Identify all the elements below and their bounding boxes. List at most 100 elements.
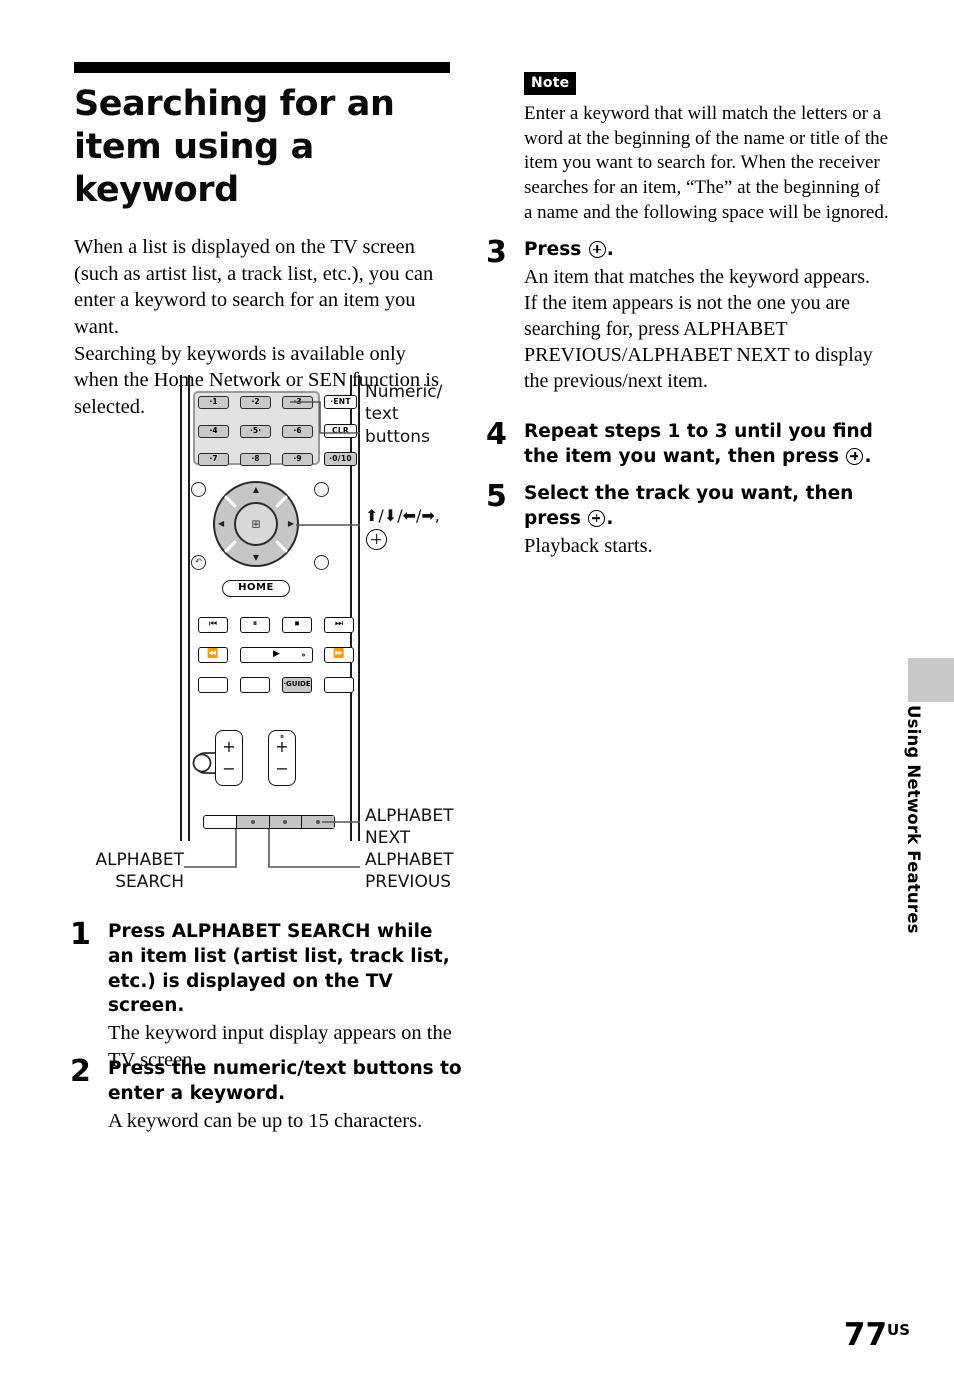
top-left-round-button[interactable] [191, 482, 206, 497]
ent-button[interactable]: ·ENT [324, 395, 357, 409]
step-4-heading: Repeat steps 1 to 3 until you find the i… [524, 420, 886, 470]
step-2-subtext: A keyword can be up to 15 characters. [108, 1109, 423, 1132]
alphabet-mid-button[interactable] [269, 816, 303, 828]
step-4-number: 4 [486, 417, 507, 452]
callout-numeric-text-buttons: Numeric/text buttons [365, 382, 443, 447]
page-number: 77US [844, 1320, 910, 1351]
step-4-body: Repeat steps 1 to 3 until you find the i… [524, 420, 886, 470]
enter-crosshair-icon: ⊞ [251, 517, 261, 531]
zero-ten-button[interactable]: ·0/10 [324, 452, 357, 466]
alphabet-previous-button[interactable] [236, 816, 270, 828]
directional-pad[interactable]: ▲ ▼ ◀ ▶ ⊞ [213, 481, 299, 567]
volume-down-label[interactable]: − [216, 761, 242, 777]
chapter-tab-marker [908, 658, 954, 702]
callout-dpad-arrows-label: ⬆/⬇/⬅/➡, [365, 506, 440, 525]
top-right-round-button[interactable] [314, 482, 329, 497]
step-2-heading: Press the numeric/text buttons to enter … [108, 1058, 462, 1104]
step-2-body: Press the numeric/text buttons to enter … [108, 1057, 462, 1134]
blank-button-left[interactable] [198, 677, 228, 693]
title-rule [74, 62, 450, 73]
arrow-left-icon[interactable]: ◀ [218, 520, 224, 528]
guide-button[interactable]: ·GUIDE [282, 677, 312, 693]
fast-forward-button[interactable]: ⏩ [324, 647, 354, 663]
step-5: 5 Select the track you want, then press … [486, 479, 886, 559]
numeric-button-6[interactable]: ·6 [282, 425, 313, 438]
step-1: 1 Press ALPHABET SEARCH while an item li… [70, 917, 462, 1073]
step-5-heading-prefix: Select the track you want, then press [524, 483, 854, 529]
step-3-heading-prefix: Press [524, 239, 582, 260]
step-1-heading: Press ALPHABET SEARCH while an item list… [108, 921, 450, 1017]
numeric-button-1[interactable]: ·1 [198, 396, 229, 409]
page-title: Searching for an item using a keyword [74, 84, 395, 211]
enter-button-icon [846, 447, 864, 465]
arrow-up-icon[interactable]: ▲ [253, 486, 259, 494]
page-number-suffix: US [887, 1321, 910, 1339]
channel-up-label[interactable]: + [269, 739, 295, 755]
step-1-body: Press ALPHABET SEARCH while an item list… [108, 920, 462, 1073]
step-1-number: 1 [70, 917, 91, 952]
channel-down-label[interactable]: − [269, 761, 295, 777]
callout-dpad-enter: ⬆/⬇/⬅/➡, [365, 505, 485, 551]
numeric-button-9[interactable]: ·9 [282, 453, 313, 466]
return-round-button[interactable]: ↶ [191, 555, 206, 570]
blank-button-mid[interactable] [240, 677, 270, 693]
numeric-button-4[interactable]: ·4 [198, 425, 229, 438]
numeric-button-7[interactable]: ·7 [198, 453, 229, 466]
clr-button[interactable]: CLR [324, 424, 357, 438]
step-5-subtext: Playback starts. [524, 534, 653, 557]
step-5-heading-suffix: . [606, 507, 614, 529]
numeric-button-5[interactable]: ·5· [240, 425, 271, 438]
callout-alphabet-next: ALPHABET NEXT [365, 806, 454, 849]
numeric-button-3[interactable]: ·3 [282, 396, 313, 409]
button-dot [316, 820, 321, 824]
enter-button-icon [588, 241, 606, 258]
arrow-down-icon[interactable]: ▼ [253, 554, 259, 562]
step-3-body: Press . An item that matches the keyword… [524, 238, 886, 394]
step-2-number: 2 [70, 1054, 91, 1089]
step-3: 3 Press . An item that matches the keywo… [486, 238, 886, 394]
numeric-button-8[interactable]: ·8 [240, 453, 271, 466]
note-badge: Note [524, 72, 577, 95]
step-3-heading: Press . [524, 238, 886, 263]
volume-rocker[interactable]: + − [215, 730, 243, 786]
step-4: 4 Repeat steps 1 to 3 until you find the… [486, 420, 886, 470]
step-4-heading-prefix: Repeat steps 1 to 3 until you find the i… [524, 421, 873, 467]
home-button[interactable]: HOME [222, 580, 290, 597]
play-indicator-dot [302, 653, 305, 657]
options-round-button[interactable] [314, 555, 329, 570]
step-3-subtext: An item that matches the keyword appears… [524, 265, 873, 392]
chapter-tab-label: Using Network Features [904, 705, 923, 934]
enter-button-icon [366, 529, 387, 551]
numeric-button-2[interactable]: ·2 [240, 396, 271, 409]
previous-track-button[interactable]: ⏮ [198, 617, 228, 633]
enter-button-icon [588, 509, 606, 527]
dpad-center-enter-button[interactable]: ⊞ [234, 502, 278, 546]
note-text: Enter a keyword that will match the lett… [524, 103, 889, 223]
step-4-heading-suffix: . [864, 445, 872, 467]
step-5-heading: Select the track you want, then press . [524, 482, 886, 532]
rewind-button[interactable]: ⏪ [198, 647, 228, 663]
document-page: Searching for an item using a keyword Wh… [0, 0, 954, 1373]
channel-rocker[interactable]: + − [268, 730, 296, 786]
blank-button-right[interactable] [324, 677, 354, 693]
pause-button[interactable]: ⏸ [240, 617, 270, 633]
alphabet-button-strip [203, 815, 335, 829]
volume-up-label[interactable]: + [216, 739, 242, 755]
arrow-right-icon[interactable]: ▶ [288, 520, 294, 528]
next-track-button[interactable]: ⏭ [324, 617, 354, 633]
step-2: 2 Press the numeric/text buttons to ente… [70, 1054, 462, 1134]
alphabet-search-button[interactable] [204, 816, 237, 828]
step-5-body: Select the track you want, then press . … [524, 482, 886, 559]
button-dot [250, 820, 255, 824]
page-number-value: 77 [843, 1317, 888, 1353]
remote-control-figure: ·1 ·2 ·3 ·4 ·5· ·6 ·7 ·8 ·9 ·ENT CLR ·0/… [60, 375, 480, 900]
play-button[interactable]: ▶ [240, 647, 313, 663]
alphabet-next-button[interactable] [302, 816, 334, 828]
stop-button[interactable]: ⏹ [282, 617, 312, 633]
callout-alphabet-search: ALPHABET SEARCH [95, 850, 184, 893]
note-block: Note Enter a keyword that will match the… [524, 72, 892, 225]
step-5-number: 5 [486, 479, 507, 514]
step-3-heading-suffix: . [606, 239, 614, 260]
step-3-number: 3 [486, 235, 507, 270]
button-dot [283, 820, 288, 824]
